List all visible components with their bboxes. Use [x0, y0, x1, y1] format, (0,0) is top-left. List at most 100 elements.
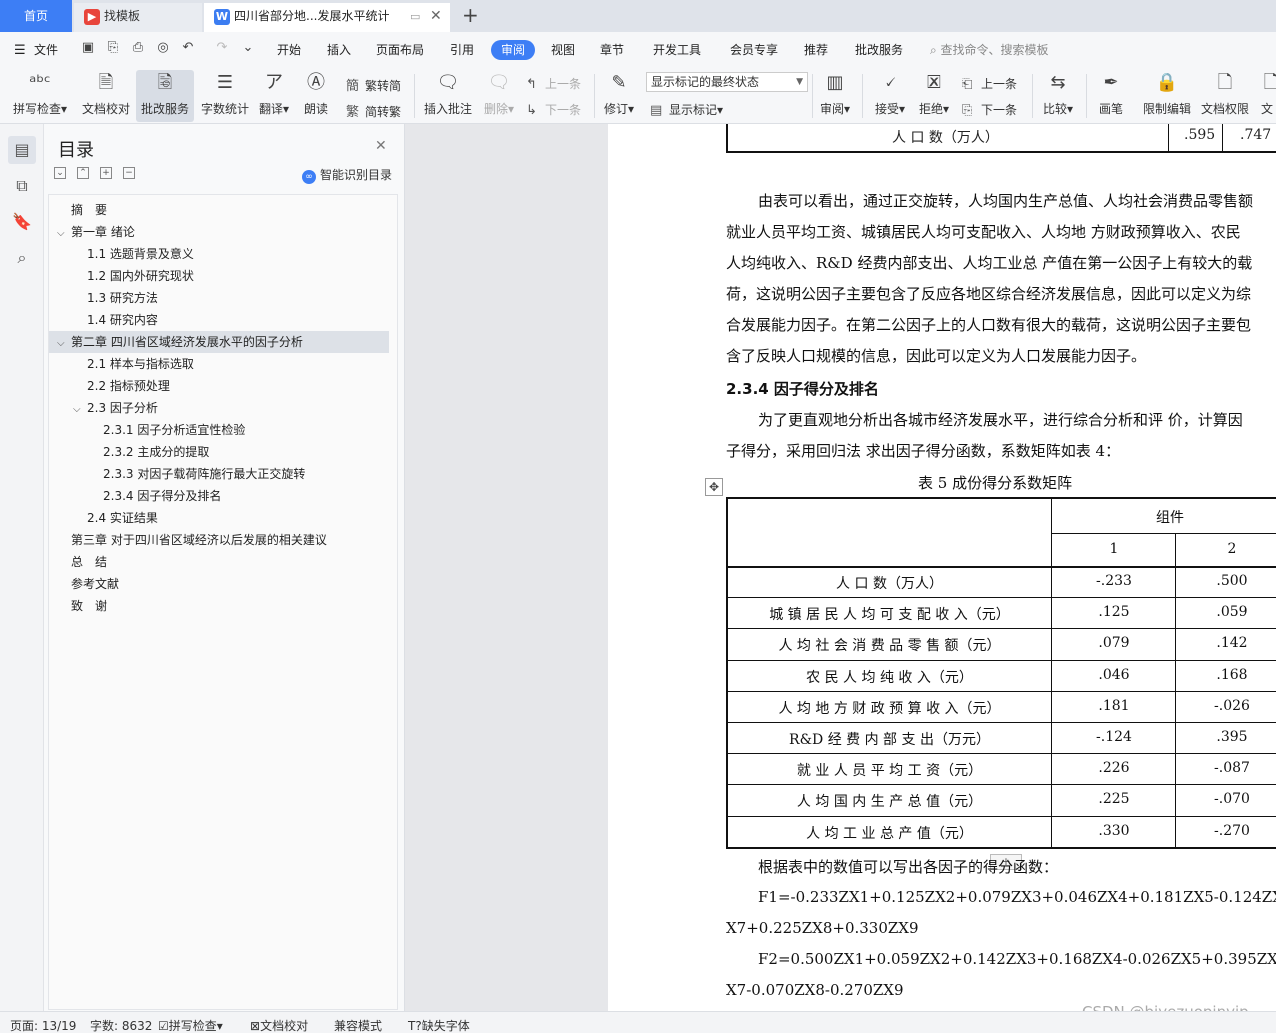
reject-button[interactable]: 🗷 拒绝▾	[914, 70, 954, 122]
delete-comment-button[interactable]: 🗨 删除▾	[480, 70, 518, 122]
menu-chapter[interactable]: 章节	[600, 41, 624, 58]
review-service-button[interactable]: 🗟 批改服务	[136, 70, 194, 122]
menu-insert[interactable]: 插入	[327, 41, 351, 58]
tab-home[interactable]: 首页	[0, 0, 72, 32]
review-pane-button[interactable]: ▥ 审阅▾	[816, 70, 854, 122]
show-markup-button[interactable]: ▤ 显示标记▾	[650, 101, 723, 118]
missing-font-status[interactable]: T?缺失字体	[408, 1017, 470, 1033]
toc-item[interactable]: 2.1 样本与指标选取	[49, 353, 389, 375]
formula-f1-cont: X7+0.225ZX8+0.330ZX9	[726, 919, 919, 937]
tab-document[interactable]: W 四川省部分地...发展水平统计 ▭ ✕	[204, 3, 450, 32]
more-ribbon-button[interactable]: 🗋 文	[1258, 70, 1276, 122]
chevron-down-icon[interactable]: ⌵	[73, 399, 87, 421]
menu-page-layout[interactable]: 页面布局	[376, 41, 424, 58]
toc-item[interactable]: 2.4 实证结果	[49, 507, 389, 529]
menu-file[interactable]: ☰ 文件	[14, 41, 58, 58]
to-traditional-button[interactable]: 繁简转繁	[346, 101, 401, 120]
table-row	[728, 566, 1276, 568]
toc-item[interactable]: 第三章 对于四川省区域经济以后发展的相关建议	[49, 529, 389, 551]
spell-check-status[interactable]: ☑拼写检查▾	[158, 1017, 223, 1033]
to-traditional-icon: 繁	[346, 105, 360, 120]
proof-status[interactable]: ⊠文档校对	[250, 1017, 308, 1033]
tab-template[interactable]: ▶ 找模板	[74, 3, 202, 32]
toc-item[interactable]: 2.3.4 因子得分及排名	[49, 485, 389, 507]
chapter-nav-icon[interactable]: ⧉	[8, 172, 36, 200]
toc-item[interactable]: 1.2 国内外研究现状	[49, 265, 389, 287]
restrict-edit-button[interactable]: 🔒 限制编辑	[1140, 70, 1194, 122]
chevron-down-icon[interactable]: ⌵	[57, 223, 71, 245]
doc-permission-button[interactable]: 🗋 文档权限	[1198, 70, 1252, 122]
prev-comment-button[interactable]: ↰ 上一条	[526, 75, 581, 92]
page-indicator[interactable]: 页面: 13/19	[10, 1017, 76, 1033]
pen-label: 画笔	[1098, 102, 1123, 116]
toc-item[interactable]: 总 结	[49, 551, 389, 573]
word-count-button[interactable]: ☰ 字数统计	[198, 70, 252, 122]
track-changes-button[interactable]: ✎ 修订▾	[600, 70, 638, 122]
next-change-button[interactable]: ⎘ 下一条	[962, 101, 1017, 118]
collapse-all-icon[interactable]: ⌄	[54, 167, 66, 179]
redo-icon[interactable]: ↷	[214, 40, 230, 56]
search-icon[interactable]: ⌕	[8, 244, 36, 272]
window-mode-icon[interactable]: ▭	[410, 3, 420, 30]
accept-button[interactable]: 🗸 接受▾	[870, 70, 910, 122]
next-comment-button[interactable]: ↳ 下一条	[526, 101, 581, 118]
close-tab-icon[interactable]: ✕	[430, 3, 442, 30]
table-cell: 人 均 国 内 生 产 总 值（元）	[796, 794, 983, 810]
table-cell: .059	[1216, 604, 1248, 620]
remove-level-icon[interactable]: −	[123, 167, 135, 179]
menu-dev-tools[interactable]: 开发工具	[653, 41, 701, 58]
toc-item[interactable]: 2.3.1 因子分析适宜性检验	[49, 419, 389, 441]
chevron-down-icon[interactable]: ⌵	[57, 333, 71, 355]
doc-proof-button[interactable]: 🗎 文档校对	[80, 70, 132, 122]
toc-item[interactable]: 2.2 指标预处理	[49, 375, 389, 397]
undo-icon[interactable]: ↶	[180, 40, 196, 56]
compat-mode-status[interactable]: 兼容模式	[334, 1017, 382, 1033]
markup-state-select[interactable]: 显示标记的最终状态 ▼	[646, 72, 808, 92]
expand-all-icon[interactable]: ⌃	[77, 167, 89, 179]
toc-item[interactable]: 1.3 研究方法	[49, 287, 389, 309]
menu-references[interactable]: 引用	[450, 41, 474, 58]
smart-toc-button[interactable]: ∞ 智能识别目录	[302, 166, 392, 184]
insert-comment-button[interactable]: 🗨 插入批注	[422, 70, 474, 122]
toc-item[interactable]: ⌵ 第二章 四川省区域经济发展水平的因子分析	[49, 331, 389, 353]
toc-item[interactable]: ⌵ 第一章 绪论	[49, 221, 389, 243]
new-tab-icon[interactable]: +	[462, 3, 479, 27]
toc-item[interactable]: 2.3.3 对因子载荷阵施行最大正交旋转	[49, 463, 389, 485]
to-simplified-button[interactable]: 簡繁转简	[346, 75, 401, 94]
toc-item[interactable]: 1.1 选题背景及意义	[49, 243, 389, 265]
doc-proof-label: 文档校对	[81, 102, 130, 116]
toc-item[interactable]: 摘 要	[49, 199, 389, 221]
toc-item[interactable]: ⌵ 2.3 因子分析	[49, 397, 389, 419]
spell-check-button[interactable]: ᵃᵇᶜ 拼写检查▾	[10, 70, 70, 122]
toc-item[interactable]: 致 谢	[49, 595, 389, 617]
toc-item[interactable]: 1.4 研究内容	[49, 309, 389, 331]
quick-access-dropdown-icon[interactable]: ⌄	[240, 40, 256, 56]
table-move-handle-icon[interactable]: ✥	[705, 478, 723, 496]
table-header-col1: 1	[1109, 541, 1119, 557]
pen-button[interactable]: ✒ 画笔	[1092, 70, 1130, 122]
bookmark-icon[interactable]: 🔖	[8, 208, 36, 236]
command-search[interactable]: ⌕ 查找命令、搜索模板	[930, 41, 1049, 58]
menu-start[interactable]: 开始	[277, 41, 301, 58]
toc-panel-icon[interactable]: ▤	[8, 136, 36, 164]
print-icon[interactable]: ⎙	[130, 40, 146, 56]
menu-review-active[interactable]: 审阅	[491, 40, 535, 60]
export-icon[interactable]: ⎘	[105, 40, 121, 56]
toc-item[interactable]: 参考文献	[49, 573, 389, 595]
menu-recommend[interactable]: 推荐	[804, 41, 828, 58]
close-icon[interactable]: ✕	[375, 138, 387, 154]
menu-view[interactable]: 视图	[551, 41, 575, 58]
word-count-status[interactable]: 字数: 8632	[90, 1017, 152, 1033]
prev-change-button[interactable]: ⎗ 上一条	[962, 75, 1017, 92]
translate-button[interactable]: ア翻译▾	[256, 70, 292, 122]
coefficient-table: 组件 1 2 人 口 数（万人） -.233 .500 城 镇 居 民 人 均 可 支…	[726, 497, 1276, 849]
spell-check-status-label: 拼写检查	[168, 1019, 217, 1033]
toc-item[interactable]: 2.3.2 主成分的提取	[49, 441, 389, 463]
save-icon[interactable]: ▣	[80, 40, 96, 56]
compare-button[interactable]: ⇆ 比较▾	[1038, 70, 1078, 122]
preview-icon[interactable]: ◎	[155, 40, 171, 56]
menu-member[interactable]: 会员专享	[730, 41, 778, 58]
menu-review-service[interactable]: 批改服务	[855, 41, 903, 58]
add-level-icon[interactable]: +	[100, 167, 112, 179]
read-aloud-button[interactable]: Ⓐ 朗读	[298, 70, 334, 122]
